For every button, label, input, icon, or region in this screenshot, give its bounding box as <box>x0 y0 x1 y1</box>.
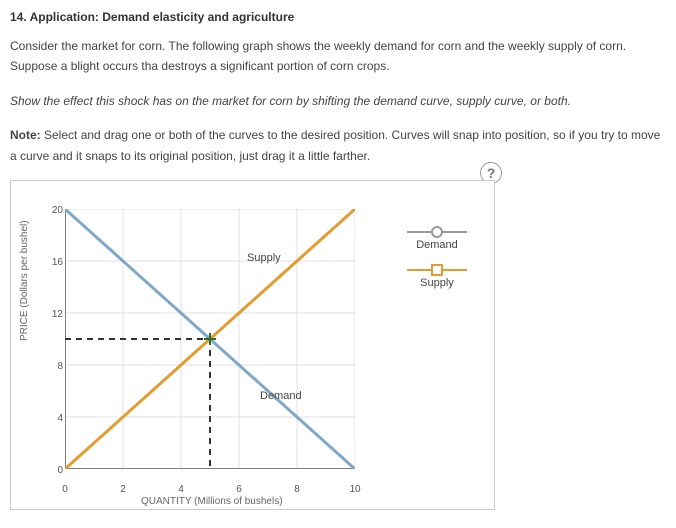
y-tick: 20 <box>47 205 63 216</box>
square-icon <box>407 269 467 271</box>
y-tick: 4 <box>47 413 63 424</box>
question-description: Consider the market for corn. The follow… <box>10 36 666 77</box>
circle-icon <box>407 231 467 233</box>
x-tick: 10 <box>345 484 365 495</box>
y-tick: 0 <box>47 465 63 476</box>
legend-label: Supply <box>420 277 454 289</box>
x-tick: 6 <box>229 484 249 495</box>
y-axis-label: PRICE (Dollars per bushel) <box>19 220 30 341</box>
plot-area[interactable]: Supply Demand <box>65 209 355 469</box>
question-title: 14. Application: Demand elasticity and a… <box>10 10 666 24</box>
note-text: Select and drag one or both of the curve… <box>10 128 660 162</box>
x-tick: 0 <box>55 484 75 495</box>
supply-label: Supply <box>247 252 281 264</box>
legend-supply[interactable]: Supply <box>392 269 482 289</box>
demand-label: Demand <box>260 390 302 402</box>
legend-label: Demand <box>416 239 458 251</box>
x-tick: 2 <box>113 484 133 495</box>
graph-container: PRICE (Dollars per bushel) QUANTITY (Mil… <box>10 180 495 510</box>
note-label: Note: <box>10 128 41 142</box>
legend: Demand Supply <box>392 231 482 307</box>
y-tick: 16 <box>47 257 63 268</box>
x-tick: 8 <box>287 484 307 495</box>
y-tick: 8 <box>47 361 63 372</box>
x-tick: 4 <box>171 484 191 495</box>
x-axis-label: QUANTITY (Millions of bushels) <box>141 496 283 507</box>
y-tick: 12 <box>47 309 63 320</box>
note-paragraph: Note: Select and drag one or both of the… <box>10 125 666 166</box>
legend-demand[interactable]: Demand <box>392 231 482 251</box>
instruction-text: Show the effect this shock has on the ma… <box>10 91 666 111</box>
